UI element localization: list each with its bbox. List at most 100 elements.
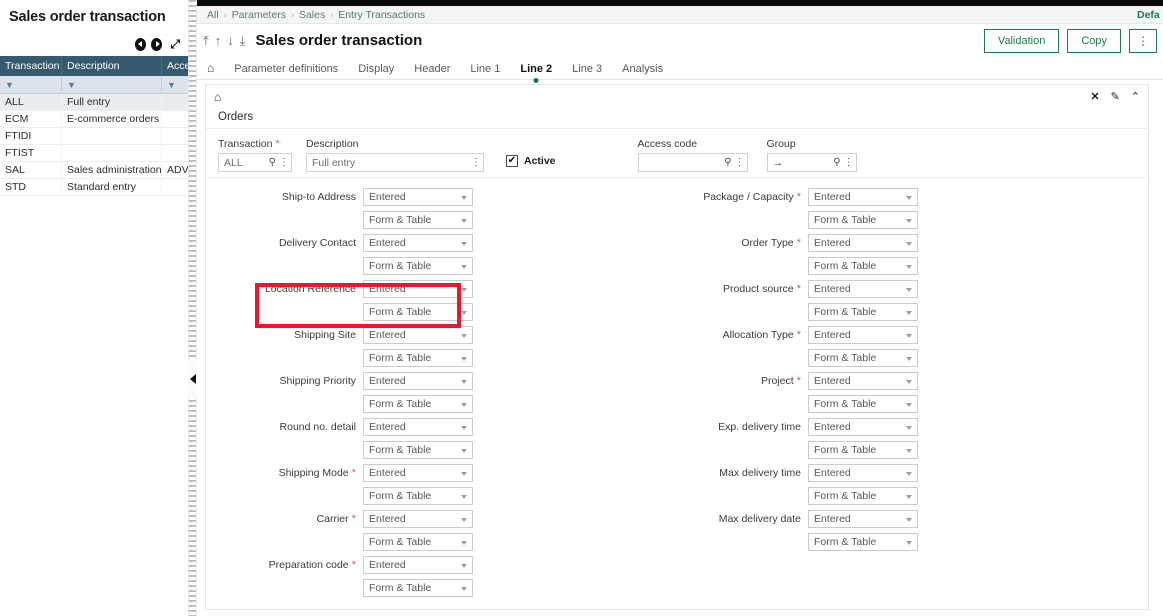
collapse-icon[interactable]: ⌃ — [1131, 91, 1140, 103]
section-title: Orders — [206, 109, 1148, 129]
record-row[interactable]: ALL Full entry — [0, 94, 202, 111]
value: Entered — [814, 374, 851, 387]
select-delivery-contact-mode[interactable]: Entered — [363, 233, 473, 252]
field-menu-icon[interactable]: ⋮ — [735, 157, 745, 168]
tab-line-2[interactable]: Line 2 — [520, 63, 552, 79]
select-round-no-detail-mode[interactable]: Entered — [363, 417, 473, 436]
home-tab-icon[interactable]: ⌂ — [207, 61, 214, 79]
select-order-type-mode[interactable]: Entered — [808, 233, 918, 252]
select-shipping-priority-mode[interactable]: Entered — [363, 371, 473, 390]
select-shipping-priority-display[interactable]: Form & Table — [363, 394, 473, 413]
search-icon[interactable]: ⚲ — [266, 157, 279, 168]
select-carrier-mode[interactable]: Entered — [363, 509, 473, 528]
select-order-type-display[interactable]: Form & Table — [808, 256, 918, 275]
select-project-mode[interactable]: Entered — [808, 371, 918, 390]
tab-line-3[interactable]: Line 3 — [572, 63, 602, 79]
transaction-input[interactable]: ALL ⚲ ⋮ — [218, 153, 292, 172]
collapse-sidebar-handle[interactable] — [188, 360, 197, 398]
active-checkbox[interactable]: ✔ — [506, 155, 518, 167]
select-shipping-site-display[interactable]: Form & Table — [363, 348, 473, 367]
edit-icon[interactable]: ✎ — [1111, 91, 1120, 103]
select-round-no-detail-display[interactable]: Form & Table — [363, 440, 473, 459]
select-max-delivery-date-display[interactable]: Form & Table — [808, 532, 918, 551]
previous-record-icon[interactable]: ↑ — [215, 34, 222, 47]
select-package-capacity-display[interactable]: Form & Table — [808, 210, 918, 229]
chevron-down-icon — [906, 425, 912, 430]
column-header-transaction[interactable]: Transaction — [0, 56, 62, 76]
copy-button[interactable]: Copy — [1067, 28, 1121, 53]
expand-panel-icon[interactable]: ⤢ — [170, 38, 180, 50]
transaction-label: Transaction * — [218, 138, 280, 150]
field-menu-icon[interactable]: ⋮ — [471, 157, 481, 168]
select-allocation-type-display[interactable]: Form & Table — [808, 348, 918, 367]
select-ship-to-address-display[interactable]: Form & Table — [363, 210, 473, 229]
search-icon[interactable]: ⚲ — [830, 157, 843, 168]
tab-parameter-definitions[interactable]: Parameter definitions — [234, 63, 338, 79]
next-record-icon[interactable] — [151, 37, 163, 51]
record-row[interactable]: STD Standard entry — [0, 179, 202, 196]
select-exp-delivery-time-display[interactable]: Form & Table — [808, 440, 918, 459]
select-carrier-display[interactable]: Form & Table — [363, 532, 473, 551]
record-row[interactable]: FTIST — [0, 145, 202, 162]
select-allocation-type-mode[interactable]: Entered — [808, 325, 918, 344]
select-max-delivery-time-mode[interactable]: Entered — [808, 463, 918, 482]
search-icon[interactable]: ⚲ — [721, 157, 734, 168]
record-row[interactable]: ECM E-commerce orders — [0, 111, 202, 128]
filter-transaction[interactable]: ▼ — [0, 76, 62, 94]
more-actions-button[interactable]: ⋮ — [1129, 28, 1157, 53]
panel-home-icon[interactable]: ⌂ — [214, 90, 221, 104]
breadcrumb-item-sales[interactable]: Sales — [299, 9, 325, 21]
record-row[interactable]: SAL Sales administration ADV — [0, 162, 202, 179]
breadcrumb-item-entry-transactions[interactable]: Entry Transactions — [338, 9, 425, 21]
breadcrumb-item-parameters[interactable]: Parameters — [232, 9, 286, 21]
record-row[interactable]: FTIDI — [0, 128, 202, 145]
select-location-reference-display[interactable]: Form & Table — [363, 302, 473, 321]
field-row-shipping-site-display: Form & Table — [246, 346, 473, 369]
select-shipping-mode-mode[interactable]: Entered — [363, 463, 473, 482]
column-header-description[interactable]: Description — [62, 56, 162, 76]
select-preparation-code-mode[interactable]: Entered — [363, 555, 473, 574]
last-record-icon[interactable]: ⤓ — [240, 34, 246, 47]
access-code-input[interactable]: ⚲ ⋮ — [637, 153, 748, 172]
description-input[interactable]: Full entry ⋮ — [306, 153, 484, 172]
active-checkbox-group[interactable]: ✔ Active — [506, 155, 556, 167]
record-description: Sales administration — [62, 162, 162, 179]
validation-button[interactable]: Validation — [983, 28, 1060, 53]
breadcrumb-item-all[interactable]: All — [207, 9, 219, 21]
select-package-capacity-mode[interactable]: Entered — [808, 187, 918, 206]
page-title: Sales order transaction — [255, 32, 423, 49]
label-shipping-priority: Shipping Priority — [279, 374, 356, 387]
filter-description[interactable]: ▼ — [62, 76, 162, 94]
next-record-icon[interactable]: ↓ — [227, 34, 234, 47]
select-delivery-contact-display[interactable]: Form & Table — [363, 256, 473, 275]
previous-record-icon[interactable] — [135, 37, 147, 51]
group-input[interactable]: → ⚲ ⋮ — [766, 153, 857, 172]
select-exp-delivery-time-mode[interactable]: Entered — [808, 417, 918, 436]
panel-splitter[interactable] — [188, 0, 197, 616]
chevron-down-icon — [906, 379, 912, 384]
record-description: Standard entry — [62, 179, 162, 196]
select-product-source-mode[interactable]: Entered — [808, 279, 918, 298]
default-link[interactable]: Defa — [1137, 9, 1163, 21]
close-icon[interactable]: ✕ — [1090, 91, 1099, 103]
select-max-delivery-date-mode[interactable]: Entered — [808, 509, 918, 528]
select-product-source-display[interactable]: Form & Table — [808, 302, 918, 321]
tab-analysis[interactable]: Analysis — [622, 63, 663, 79]
field-menu-icon[interactable]: ⋮ — [844, 157, 854, 168]
record-description: Full entry — [62, 94, 162, 111]
select-shipping-mode-display[interactable]: Form & Table — [363, 486, 473, 505]
value: Entered — [814, 328, 851, 341]
group-field-group: Group → ⚲ ⋮ — [766, 138, 867, 172]
field-menu-icon[interactable]: ⋮ — [279, 157, 289, 168]
select-location-reference-mode[interactable]: Entered — [363, 279, 473, 298]
select-shipping-site-mode[interactable]: Entered — [363, 325, 473, 344]
select-max-delivery-time-display[interactable]: Form & Table — [808, 486, 918, 505]
tab-line-1[interactable]: Line 1 — [470, 63, 500, 79]
select-ship-to-address-mode[interactable]: Entered — [363, 187, 473, 206]
select-project-display[interactable]: Form & Table — [808, 394, 918, 413]
first-record-icon[interactable]: ⤒ — [203, 34, 209, 47]
tab-header[interactable]: Header — [414, 63, 450, 79]
label-allocation-type: Allocation Type * — [722, 328, 801, 341]
select-preparation-code-display[interactable]: Form & Table — [363, 578, 473, 597]
tab-display[interactable]: Display — [358, 63, 394, 79]
